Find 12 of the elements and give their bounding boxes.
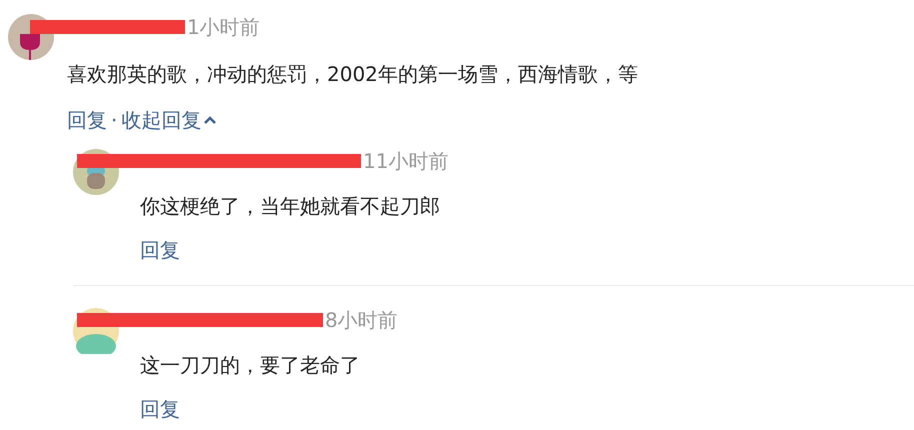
chevron-up-icon [203,115,218,125]
comment-text: 喜欢那英的歌，冲动的惩罚，2002年的第一场雪，西海情歌，等 [67,61,638,88]
timestamp: 1小时前 [187,14,260,41]
timestamp: 11小时前 [363,148,448,175]
reply-text: 你这梗绝了，当年她就看不起刀郎 [140,193,441,220]
separator-dot: · [111,107,118,134]
reply-link[interactable]: 回复 [140,394,180,424]
timestamp: 8小时前 [325,307,398,334]
reply-text: 这一刀刀的，要了老命了 [140,352,361,379]
reply-link[interactable]: 回复 [140,235,180,265]
reply-link[interactable]: 回复 [67,105,107,135]
reply-link[interactable]: 收起回复 [121,105,218,135]
